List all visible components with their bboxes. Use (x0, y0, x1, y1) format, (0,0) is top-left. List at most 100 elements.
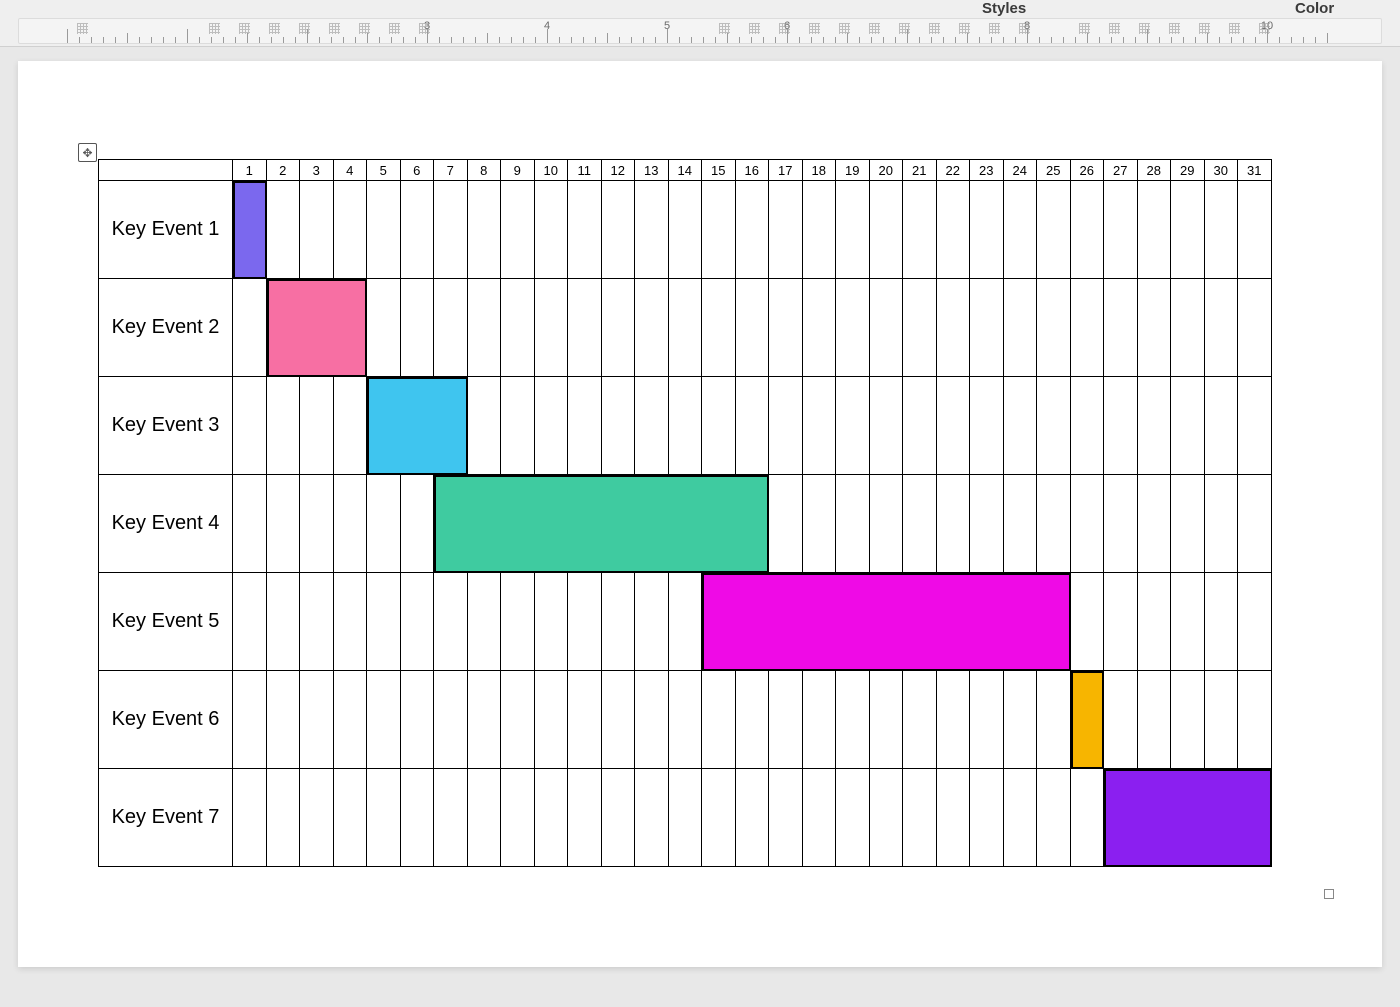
grid-cell (1104, 573, 1138, 671)
grid-cell (635, 181, 669, 279)
ruler-tab-icon (959, 23, 970, 34)
ruler-tab-icon (389, 23, 400, 34)
gantt-table[interactable]: 1234567891011121314151617181920212223242… (98, 159, 1272, 867)
ruler-tab-icon (209, 23, 220, 34)
grid-cell (903, 279, 937, 377)
document-page: ✥ 12345678910111213141516171819202122232… (18, 61, 1382, 967)
ruler[interactable]: 3456810 (18, 18, 1382, 44)
grid-cell (836, 671, 870, 769)
header-day: 9 (501, 159, 535, 181)
grid-cell (903, 769, 937, 867)
grid-cell (903, 671, 937, 769)
ruler-tab-icon (839, 23, 850, 34)
grid-cell (1138, 769, 1172, 867)
grid-cell (937, 671, 971, 769)
grid-cell (702, 671, 736, 769)
grid-cell (334, 671, 368, 769)
grid-cell (1238, 377, 1272, 475)
grid-cell (903, 377, 937, 475)
grid-cell (1071, 377, 1105, 475)
grid-cell (233, 769, 267, 867)
grid-cell (233, 475, 267, 573)
ruler-tab-icon (359, 23, 370, 34)
grid-cell (535, 475, 569, 573)
ruler-number: 5 (664, 20, 670, 32)
grid-cell (1205, 671, 1239, 769)
grid-cell (769, 279, 803, 377)
header-day: 2 (267, 159, 301, 181)
grid-cell (401, 671, 435, 769)
grid-cell (233, 377, 267, 475)
grid-cell (468, 181, 502, 279)
grid-cell (635, 573, 669, 671)
grid-cell (1205, 181, 1239, 279)
grid-cell (1171, 671, 1205, 769)
grid-cell (1071, 671, 1105, 769)
grid-cell (1205, 279, 1239, 377)
grid-cell (602, 475, 636, 573)
grid-cell (870, 377, 904, 475)
grid-cell (468, 475, 502, 573)
grid-cell (267, 279, 301, 377)
grid-cell (568, 573, 602, 671)
table-resize-handle-icon[interactable] (1324, 889, 1334, 899)
grid-cell (468, 671, 502, 769)
grid-cell (669, 671, 703, 769)
grid-cell (1037, 475, 1071, 573)
table-move-handle-icon[interactable]: ✥ (78, 143, 97, 162)
grid-cell (1238, 279, 1272, 377)
header-day: 18 (803, 159, 837, 181)
grid-cell (1071, 573, 1105, 671)
grid-cell (669, 279, 703, 377)
grid-cell (702, 475, 736, 573)
grid-cell (870, 769, 904, 867)
grid-cell (669, 377, 703, 475)
grid-cell (736, 279, 770, 377)
grid-cell (434, 181, 468, 279)
grid-cell (300, 475, 334, 573)
grid-cell (635, 769, 669, 867)
grid-cell (702, 279, 736, 377)
grid-cell (669, 475, 703, 573)
grid-cell (769, 671, 803, 769)
grid-cell (233, 181, 267, 279)
grid-cell (1138, 475, 1172, 573)
grid-cell (702, 769, 736, 867)
ruler-tab-icon (1229, 23, 1240, 34)
header-day: 27 (1104, 159, 1138, 181)
ruler-tab-icon (1109, 23, 1120, 34)
grid-cell (903, 475, 937, 573)
grid-cell (1104, 671, 1138, 769)
grid-cell (1238, 475, 1272, 573)
grid-cell (535, 181, 569, 279)
grid-cell (970, 573, 1004, 671)
grid-cell (769, 181, 803, 279)
ruler-tab-icon (1259, 23, 1270, 34)
grid-cell (1171, 181, 1205, 279)
grid-cell (803, 475, 837, 573)
grid-cell (1071, 769, 1105, 867)
grid-cell (501, 279, 535, 377)
header-day: 12 (602, 159, 636, 181)
ruler-tab-icon (239, 23, 250, 34)
grid-cell (1004, 573, 1038, 671)
color-label: Color (1295, 0, 1334, 17)
grid-cell (803, 573, 837, 671)
grid-cell (535, 769, 569, 867)
grid-cell (1138, 573, 1172, 671)
row-label: Key Event 4 (98, 475, 233, 573)
toolbar: Styles Color 3456810 (0, 0, 1400, 47)
grid-cell (669, 181, 703, 279)
grid-cell (970, 475, 1004, 573)
grid-cell (1138, 279, 1172, 377)
grid-cell (602, 279, 636, 377)
grid-cell (233, 671, 267, 769)
grid-cell (568, 769, 602, 867)
header-day: 30 (1205, 159, 1239, 181)
grid-cell (836, 573, 870, 671)
grid-cell (836, 475, 870, 573)
ruler-tab-icon (929, 23, 940, 34)
grid-cell (367, 769, 401, 867)
grid-cell (769, 377, 803, 475)
header-day: 19 (836, 159, 870, 181)
